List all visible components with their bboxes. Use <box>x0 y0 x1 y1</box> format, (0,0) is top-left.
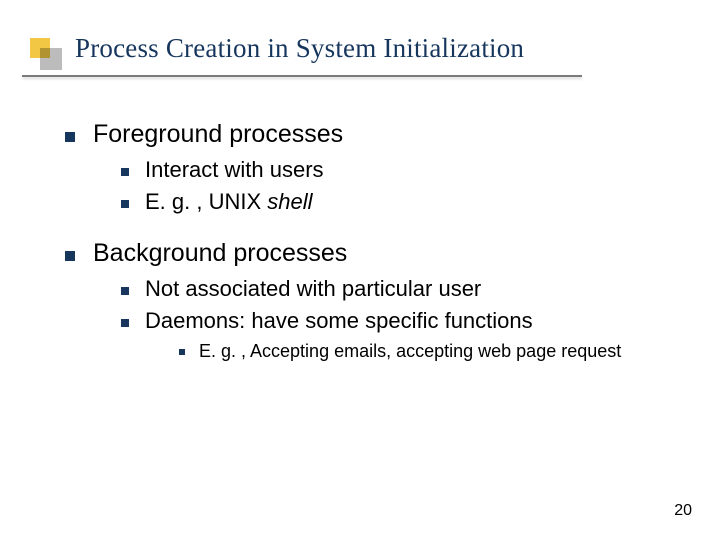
bullet-level1: Foreground processes <box>65 120 680 149</box>
bullet-level1: Background processes <box>65 239 680 268</box>
item-prefix: E. g. , UNIX <box>145 189 267 214</box>
bullet-level2: Daemons: have some specific functions <box>121 308 680 334</box>
bullet-icon <box>65 251 75 261</box>
bullet-level2: E. g. , UNIX shell <box>121 189 680 215</box>
heading-background: Background processes <box>93 239 347 268</box>
corner-decoration <box>30 38 62 70</box>
bullet-icon <box>179 349 185 355</box>
item-eg-unix-shell: E. g. , UNIX shell <box>145 189 313 215</box>
bullet-icon <box>121 319 129 327</box>
bullet-level3: E. g. , Accepting emails, accepting web … <box>179 340 680 363</box>
item-italic-shell: shell <box>267 189 312 214</box>
slide-content: Foreground processes Interact with users… <box>65 110 680 368</box>
item-eg-emails: E. g. , Accepting emails, accepting web … <box>199 340 621 363</box>
item-daemons: Daemons: have some specific functions <box>145 308 533 334</box>
slide: Process Creation in System Initializatio… <box>0 0 720 540</box>
item-not-associated: Not associated with particular user <box>145 276 481 302</box>
deco-square-gray <box>40 48 62 70</box>
heading-foreground: Foreground processes <box>93 120 343 149</box>
bullet-level2: Interact with users <box>121 157 680 183</box>
bullet-icon <box>121 168 129 176</box>
bullet-icon <box>121 287 129 295</box>
item-interact-users: Interact with users <box>145 157 324 183</box>
slide-title: Process Creation in System Initializatio… <box>75 33 690 64</box>
page-number: 20 <box>674 502 692 520</box>
bullet-level2: Not associated with particular user <box>121 276 680 302</box>
title-underline <box>22 75 582 77</box>
bullet-icon <box>65 132 75 142</box>
bullet-icon <box>121 200 129 208</box>
